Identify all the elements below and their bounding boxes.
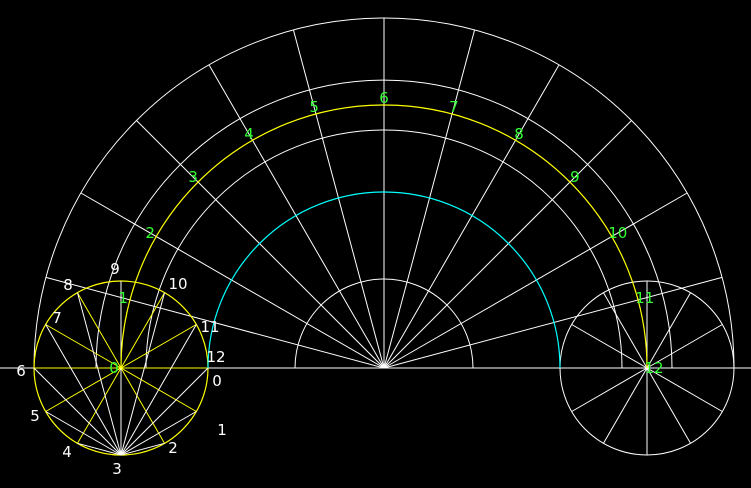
- left-circle-label-7: 7: [52, 309, 62, 327]
- left-circle-label-10: 10: [168, 275, 187, 293]
- center-label-3: 3: [188, 168, 198, 186]
- center-label-2: 2: [145, 224, 155, 242]
- left-circle-label-0: 0: [212, 372, 222, 390]
- center-label-5: 5: [309, 98, 319, 116]
- center-label-1: 1: [118, 289, 128, 307]
- radial-line: [383, 192, 688, 369]
- radial-line: [208, 64, 385, 369]
- rolling-circle-spoke: [120, 324, 197, 369]
- center-label-0: 0: [109, 359, 119, 377]
- center-label-10: 10: [608, 224, 627, 242]
- left-circle-label-6: 6: [16, 362, 26, 380]
- rolling-circle-spoke: [77, 292, 122, 369]
- right-circle-spoke: [571, 324, 648, 369]
- right-circle-spoke: [571, 367, 648, 412]
- center-label-7: 7: [449, 98, 459, 116]
- right-circle-spoke: [603, 367, 648, 444]
- rolling-circle-chord: [33, 367, 122, 456]
- left-circle-label-1: 1: [217, 421, 227, 439]
- center-label-6: 6: [379, 89, 389, 107]
- center-label-4: 4: [244, 125, 254, 143]
- right-circle-spoke: [646, 367, 691, 444]
- left-circle-label-3: 3: [112, 460, 122, 478]
- epicycloid-construction-diagram: 01234567891011120123456789101112: [0, 0, 751, 488]
- radial-line: [383, 120, 632, 369]
- left-circle-label-2: 2: [168, 439, 178, 457]
- left-circle-label-5: 5: [30, 407, 40, 425]
- rolling-circle-chord: [120, 324, 197, 456]
- left-circle-label-4: 4: [62, 443, 72, 461]
- left-circle-label-8: 8: [63, 276, 73, 294]
- left-circle-label-12: 12: [206, 348, 225, 366]
- rolling-circle-chord: [45, 324, 122, 456]
- radial-line: [383, 64, 560, 369]
- rolling-circle-chord: [120, 292, 165, 456]
- center-label-9: 9: [570, 168, 580, 186]
- center-label-12: 12: [644, 359, 663, 377]
- radial-line: [80, 192, 385, 369]
- center-label-11: 11: [635, 289, 654, 307]
- radial-line: [136, 120, 385, 369]
- rolling-circle-chord: [120, 367, 209, 456]
- left-circle-label-11: 11: [200, 318, 219, 336]
- point-labels: 01234567891011120123456789101112: [16, 89, 663, 478]
- construction-lines: [0, 17, 751, 456]
- center-label-8: 8: [514, 125, 524, 143]
- left-circle-label-9: 9: [110, 260, 120, 278]
